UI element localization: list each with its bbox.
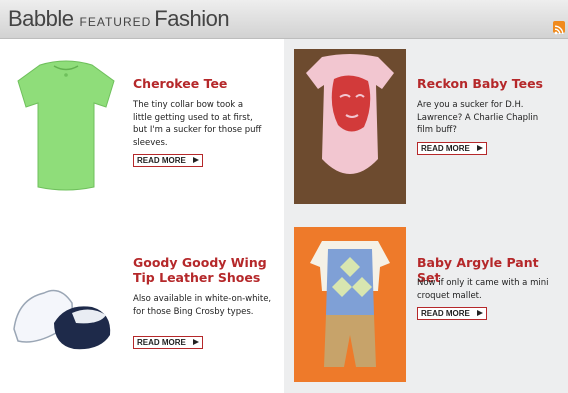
brand-featured: FEATURED [79,15,152,29]
arrow-right-icon [476,145,483,151]
rss-feed-icon[interactable] [553,21,565,35]
read-more-label: READ MORE [137,338,186,347]
product-title-reckon-baby-tees[interactable]: Reckon Baby Tees [417,76,562,91]
read-more-label: READ MORE [137,156,186,165]
product-desc-cherokee-tee: The tiny collar bow took a little gettin… [133,100,262,148]
product-photo-bodysuit[interactable] [294,49,406,204]
product-desc-reckon-baby-tees: Are you a sucker for D.H. Lawrence? A Ch… [417,100,539,135]
product-desc-wing-tip-shoes: Also available in white-on-white, for th… [133,294,272,317]
product-photo-tee[interactable] [10,49,122,203]
widget-header: Babble FEATURED Fashion [0,0,568,39]
arrow-right-icon [476,310,483,316]
product-title-wing-tip-shoes[interactable]: Goody Goody Wing Tip Leather Shoes [133,255,278,285]
product-title-cherokee-tee[interactable]: Cherokee Tee [133,76,278,91]
read-more-label: READ MORE [421,309,470,318]
read-more-button-wing-tip-shoes[interactable]: READ MORE [133,336,203,349]
read-more-button-cherokee-tee[interactable]: READ MORE [133,154,203,167]
featured-fashion-widget: Babble FEATURED Fashion Cherokee Tee The t… [0,0,568,393]
product-card-wing-tip-shoes: Goody Goody Wing Tip Leather Shoes Also … [0,215,284,393]
widget-brand[interactable]: Babble FEATURED Fashion [8,6,230,32]
product-card-argyle-pant-set: Baby Argyle Pant Set Now if only it came… [284,215,568,393]
product-card-cherokee-tee: Cherokee Tee The tiny collar bow took a … [0,39,284,215]
arrow-right-icon [192,339,199,345]
brand-babble: Babble [8,6,74,31]
read-more-button-reckon-baby-tees[interactable]: READ MORE [417,142,487,155]
product-photo-shoes[interactable] [10,255,122,359]
brand-fashion: Fashion [154,6,230,31]
product-desc-argyle-pant-set: Now if only it came with a mini croquet … [417,278,549,301]
product-card-reckon-baby-tees: Reckon Baby Tees Are you a sucker for D.… [284,39,568,215]
read-more-label: READ MORE [421,144,470,153]
read-more-button-argyle-pant-set[interactable]: READ MORE [417,307,487,320]
arrow-right-icon [192,157,199,163]
product-photo-argyle-set[interactable] [294,227,406,382]
